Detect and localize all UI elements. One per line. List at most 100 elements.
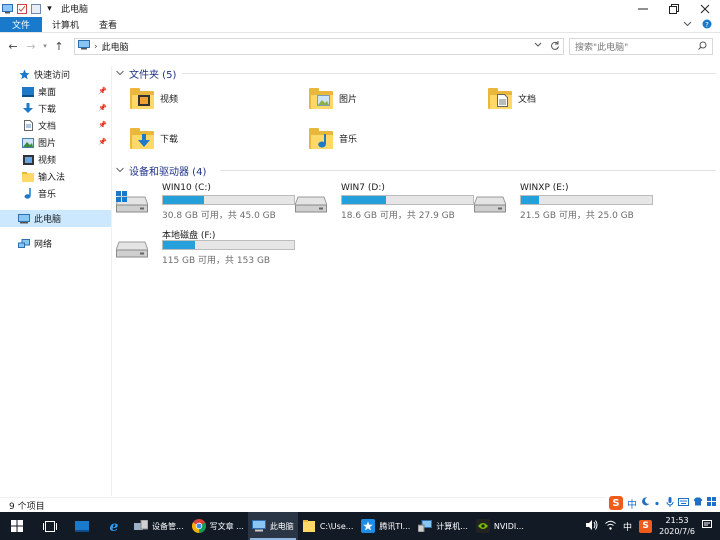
minimize-button[interactable] [627, 0, 658, 17]
drive-f[interactable]: 本地磁盘 (F:) 115 GB 可用，共 153 GB [115, 228, 296, 268]
group-divider [182, 73, 716, 74]
desktop-icon[interactable] [66, 512, 98, 540]
breadcrumb-chevron-icon[interactable]: › [94, 42, 98, 52]
customize-toolbar-icon[interactable]: ▾ [44, 3, 55, 14]
star-icon [18, 69, 30, 80]
microphone-icon[interactable] [666, 496, 674, 510]
skin-icon[interactable] [693, 497, 703, 509]
volume-icon[interactable] [586, 519, 598, 533]
search-input[interactable]: 搜索"此电脑" [569, 38, 713, 55]
moon-icon[interactable] [641, 497, 650, 509]
nav-documents-label: 文档 [38, 122, 57, 132]
quick-access-toolbar: ▾ [0, 3, 55, 14]
folder-music[interactable]: 音乐 [309, 127, 357, 149]
nav-downloads[interactable]: 下载 📌 [0, 100, 111, 117]
nav-music[interactable]: 音乐 [0, 185, 111, 202]
taskbar-app-this-pc[interactable]: 此电脑 [247, 512, 298, 540]
nav-music-label: 音乐 [38, 190, 57, 200]
breadcrumb-this-pc[interactable]: 此电脑 [102, 40, 129, 53]
nav-documents[interactable]: 文档 📌 [0, 117, 111, 134]
nav-pictures[interactable]: 图片 📌 [0, 134, 111, 151]
tab-view[interactable]: 查看 [89, 17, 127, 32]
recent-locations-icon[interactable]: ▾ [38, 42, 52, 50]
expand-ribbon-icon[interactable] [683, 19, 692, 32]
taskbar-app-label: 设备管... [152, 521, 184, 531]
taskbar-app-device-manager[interactable]: 设备管... [130, 512, 188, 540]
back-arrow-icon[interactable]: ← [6, 40, 20, 53]
folder-pictures-label: 图片 [339, 94, 358, 105]
taskbar-app-label: 腾讯TI... [379, 521, 411, 531]
document-folder-icon [488, 87, 512, 109]
folder-downloads[interactable]: 下载 [130, 127, 178, 149]
nav-this-pc[interactable]: 此电脑 [0, 210, 111, 227]
window-title: 此电脑 [61, 5, 89, 15]
ime-language[interactable]: 中 [627, 496, 637, 511]
tab-computer[interactable]: 计算机 [42, 17, 89, 32]
drives-group-header[interactable]: 设备和驱动器 (4) [116, 162, 716, 178]
notifications-icon[interactable] [702, 519, 712, 533]
music-folder-icon [309, 127, 333, 149]
keyboard-icon[interactable] [678, 497, 689, 509]
taskbar-app-chrome[interactable]: 写文章 ... [188, 512, 248, 540]
chevron-down-icon[interactable] [116, 69, 124, 78]
properties-icon[interactable] [16, 3, 27, 14]
chevron-down-icon[interactable] [116, 166, 124, 175]
folders-group-header[interactable]: 文件夹 (5) [116, 65, 716, 81]
computer-icon [18, 213, 30, 224]
address-dropdown-icon[interactable] [534, 40, 542, 53]
nav-quick-access[interactable]: 快速访问 [0, 66, 111, 83]
pin-icon[interactable]: 📌 [98, 104, 107, 112]
drive-icon [115, 236, 149, 258]
tray-input-language[interactable]: 中 [623, 520, 632, 533]
refresh-icon[interactable] [550, 40, 560, 53]
nav-input-method[interactable]: 输入法 [0, 168, 111, 185]
pin-icon[interactable]: 📌 [98, 87, 107, 95]
sogou-logo-icon[interactable]: S [609, 496, 623, 510]
forward-arrow-icon[interactable]: → [24, 40, 38, 53]
device-manager-icon [134, 519, 148, 533]
drive-c[interactable]: WIN10 (C:) 30.8 GB 可用，共 45.0 GB [115, 183, 296, 223]
nav-videos[interactable]: 视频 [0, 151, 111, 168]
drive-usage-fill [521, 196, 540, 204]
tab-file[interactable]: 文件 [0, 17, 43, 32]
drive-d[interactable]: WIN7 (D:) 18.6 GB 可用，共 27.9 GB [294, 183, 475, 223]
folder-videos[interactable]: 视频 [130, 87, 178, 109]
toolbox-icon[interactable] [707, 497, 716, 509]
pin-icon[interactable]: 📌 [98, 121, 107, 129]
up-arrow-icon[interactable]: ↑ [52, 40, 66, 53]
start-button[interactable] [0, 512, 34, 540]
folder-pictures[interactable]: 图片 [309, 87, 357, 109]
help-icon[interactable]: ? [702, 19, 712, 32]
restore-button[interactable] [658, 0, 689, 17]
picture-icon [22, 137, 34, 148]
address-controls [534, 40, 560, 53]
taskbar-app-computer-management[interactable]: 计算机... [414, 512, 472, 540]
drive-d-name: WIN7 (D:) [341, 183, 385, 193]
drive-e[interactable]: WINXP (E:) 21.5 GB 可用，共 25.0 GB [473, 183, 654, 223]
sogou-tray-icon[interactable]: S [639, 519, 653, 533]
taskbar-app-nvidia[interactable]: NVIDI... [472, 512, 528, 540]
close-button[interactable] [689, 0, 720, 17]
new-folder-icon[interactable] [30, 3, 41, 14]
chrome-icon [191, 519, 206, 533]
drive-e-usage-bar [520, 195, 653, 205]
taskbar-app-tim[interactable]: 腾讯TI... [357, 512, 414, 540]
nav-network[interactable]: 网络 [0, 235, 111, 252]
folder-documents[interactable]: 文档 [488, 87, 536, 109]
navigation-pane: 快速访问 桌面 📌 下载 📌 文档 📌 图片 📌 视频 输入法 音乐 此电脑 网… [0, 66, 111, 496]
ie-icon[interactable]: e [98, 512, 130, 540]
address-bar[interactable]: › 此电脑 [74, 38, 564, 55]
computer-icon [2, 3, 13, 14]
taskbar-app-explorer-folder[interactable]: C:\Use... [298, 512, 358, 540]
pane-divider[interactable] [111, 66, 112, 496]
nav-desktop[interactable]: 桌面 📌 [0, 83, 111, 100]
network-icon [18, 238, 30, 249]
clock[interactable]: 21:53 2020/7/6 [659, 515, 695, 537]
wifi-icon[interactable] [605, 520, 616, 533]
computer-icon [418, 519, 433, 533]
pin-icon[interactable]: 📌 [98, 138, 107, 146]
clock-time: 21:53 [665, 516, 689, 525]
punctuation-icon[interactable] [654, 497, 662, 509]
task-view-icon[interactable] [34, 512, 66, 540]
